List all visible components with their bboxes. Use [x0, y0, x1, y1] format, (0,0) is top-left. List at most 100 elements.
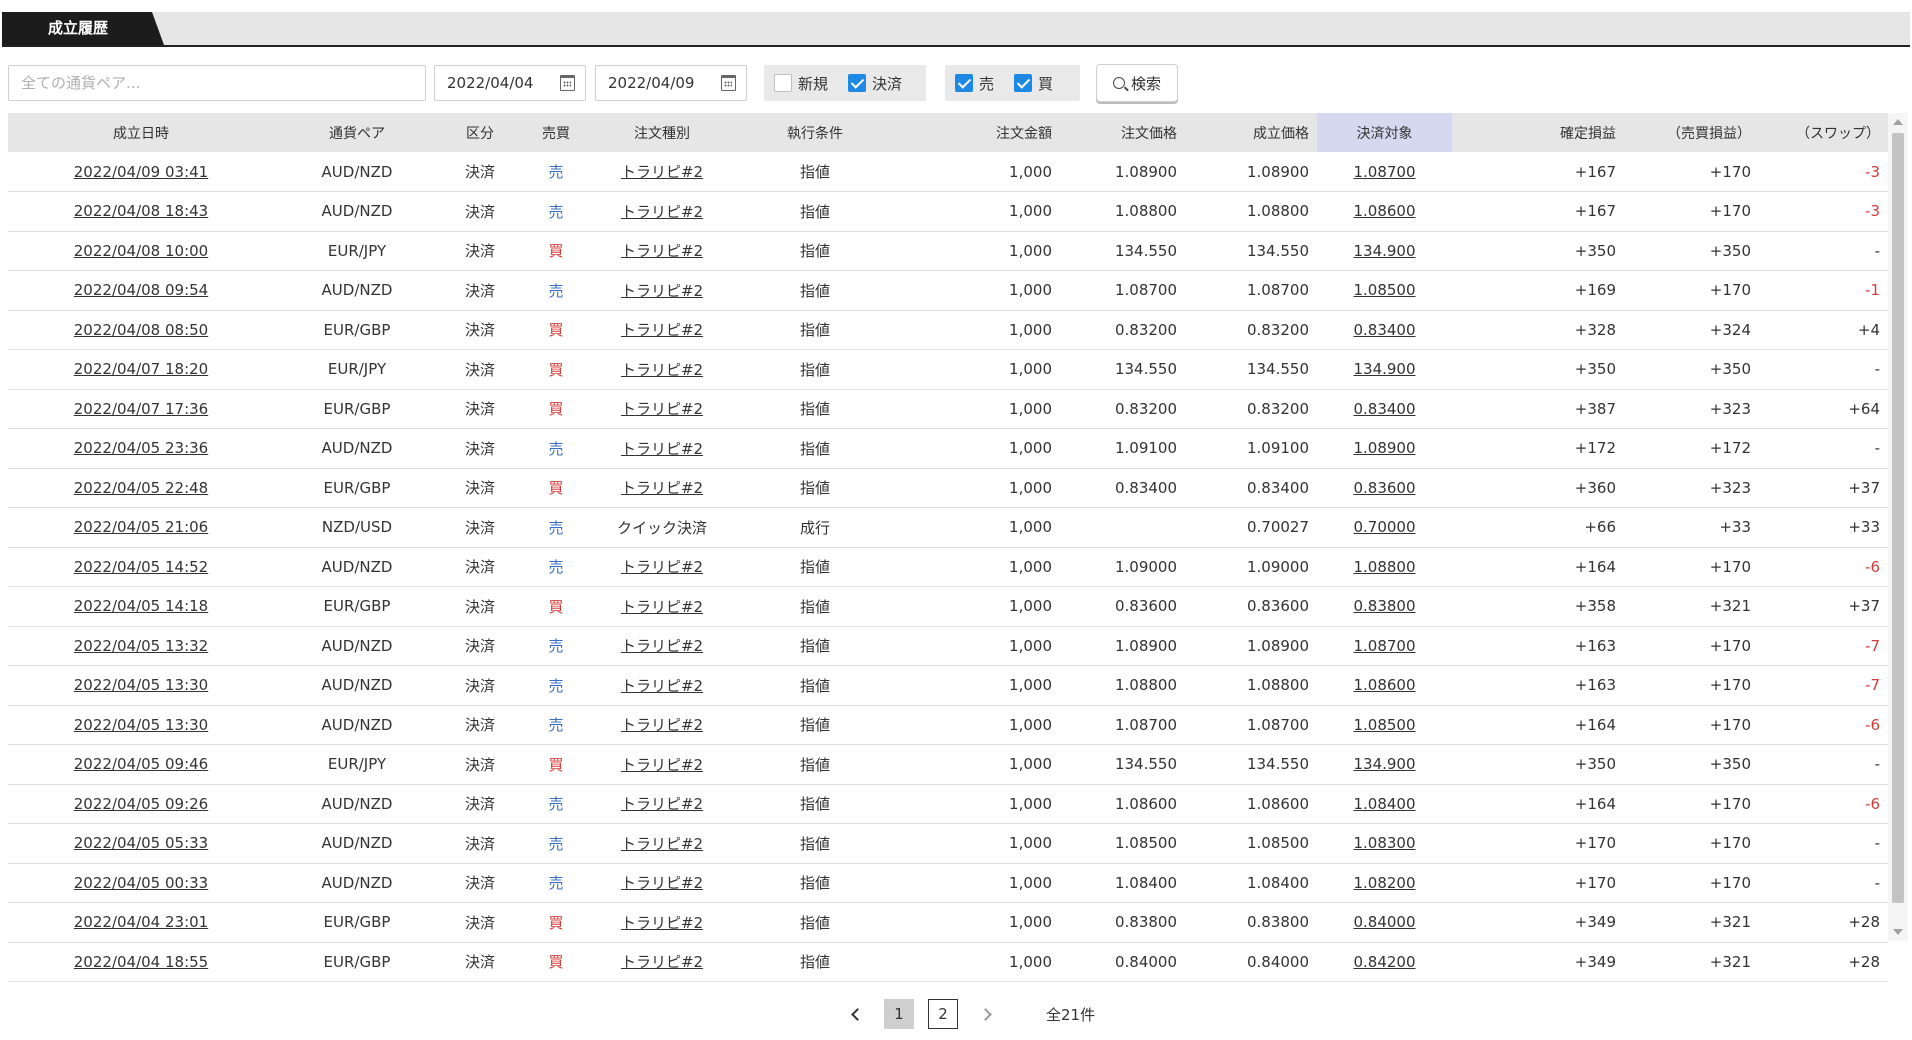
calendar-icon[interactable]	[721, 75, 736, 91]
order-type-link[interactable]: トラリピ#2	[621, 282, 703, 300]
cell-date: 2022/04/05 14:18	[8, 587, 274, 627]
cell-condition: 成行	[799, 518, 830, 537]
vertical-scrollbar[interactable]	[1888, 113, 1908, 941]
order-type-link[interactable]: トラリピ#2	[621, 163, 703, 181]
settle-target-link[interactable]: 1.08500	[1353, 716, 1415, 734]
order-type-link[interactable]: トラリピ#2	[621, 400, 703, 418]
trade-date-link[interactable]: 2022/04/05 09:46	[74, 755, 208, 773]
cell-side: 売	[548, 874, 564, 893]
trade-date-link[interactable]: 2022/04/08 08:50	[74, 321, 208, 339]
trade-date-link[interactable]: 2022/04/05 09:26	[74, 795, 208, 813]
trade-date-link[interactable]: 2022/04/08 10:00	[74, 242, 208, 260]
order-type-link[interactable]: トラリピ#2	[621, 598, 703, 616]
sell-checkbox[interactable]	[955, 74, 973, 92]
new-checkbox[interactable]	[774, 74, 792, 92]
trade-date-link[interactable]: 2022/04/05 00:33	[74, 874, 208, 892]
cell-category: 決済	[464, 755, 495, 774]
page-2-button[interactable]: 2	[928, 999, 958, 1029]
tab-trade-history[interactable]: 成立履歴	[2, 12, 164, 45]
cell-settle-target: 1.08800	[1317, 547, 1452, 587]
cell-date: 2022/04/05 22:48	[8, 468, 274, 508]
next-page-button[interactable]	[972, 999, 1002, 1029]
settle-target-link[interactable]: 134.900	[1353, 242, 1415, 260]
settle-target-link[interactable]: 1.08900	[1353, 439, 1415, 457]
trade-date-link[interactable]: 2022/04/04 23:01	[74, 913, 208, 931]
settle-target-link[interactable]: 1.08600	[1353, 676, 1415, 694]
settle-target-link[interactable]: 0.83600	[1353, 479, 1415, 497]
settle-target-link[interactable]: 1.08500	[1353, 281, 1415, 299]
date-from-field[interactable]: 2022/04/04	[434, 65, 586, 101]
settle-target-link[interactable]: 1.08700	[1353, 163, 1415, 181]
order-type-link[interactable]: トラリピ#2	[621, 479, 703, 497]
settle-target-link[interactable]: 1.08400	[1353, 795, 1415, 813]
page-1-button[interactable]: 1	[884, 999, 914, 1029]
order-type-link[interactable]: トラリピ#2	[621, 637, 703, 655]
settle-target-link[interactable]: 134.900	[1353, 755, 1415, 773]
trade-date-link[interactable]: 2022/04/05 13:30	[74, 716, 208, 734]
order-type-link[interactable]: トラリピ#2	[621, 677, 703, 695]
trade-date-link[interactable]: 2022/04/05 22:48	[74, 479, 208, 497]
order-type-link[interactable]: トラリピ#2	[621, 361, 703, 379]
settle-checkbox[interactable]	[848, 74, 866, 92]
trade-date-link[interactable]: 2022/04/05 13:30	[74, 676, 208, 694]
order-type-link[interactable]: トラリピ#2	[621, 874, 703, 892]
order-type-link[interactable]: トラリピ#2	[621, 835, 703, 853]
trade-date-link[interactable]: 2022/04/05 21:06	[74, 518, 208, 536]
cell-pair: EUR/JPY	[327, 360, 387, 379]
trade-date-link[interactable]: 2022/04/05 14:18	[74, 597, 208, 615]
settle-target-link[interactable]: 0.83400	[1353, 400, 1415, 418]
order-type-link[interactable]: トラリピ#2	[621, 795, 703, 813]
buy-checkbox[interactable]	[1014, 74, 1033, 92]
order-type-link[interactable]: トラリピ#2	[621, 716, 703, 734]
header-realized-pl: 確定損益	[1452, 113, 1624, 152]
trade-date-link[interactable]: 2022/04/07 17:36	[74, 400, 208, 418]
cell-fill-price: 1.08400	[1246, 873, 1309, 892]
settle-target-link[interactable]: 0.84000	[1353, 913, 1415, 931]
order-type-link[interactable]: トラリピ#2	[621, 914, 703, 932]
settle-target-link[interactable]: 0.84200	[1353, 953, 1415, 971]
trade-date-link[interactable]: 2022/04/05 14:52	[74, 558, 208, 576]
trade-date-link[interactable]: 2022/04/07 18:20	[74, 360, 208, 378]
cell-trade-pl: +170	[1709, 557, 1751, 576]
prev-page-button[interactable]	[840, 999, 870, 1029]
settle-target-link[interactable]: 1.08200	[1353, 874, 1415, 892]
cell-date: 2022/04/08 09:54	[8, 271, 274, 311]
settle-target-link[interactable]: 1.08300	[1353, 834, 1415, 852]
trade-date-link[interactable]: 2022/04/05 13:32	[74, 637, 208, 655]
trade-date-link[interactable]: 2022/04/08 09:54	[74, 281, 208, 299]
scroll-down-icon[interactable]	[1893, 929, 1903, 935]
settle-target-link[interactable]: 0.83800	[1353, 597, 1415, 615]
trade-date-link[interactable]: 2022/04/05 23:36	[74, 439, 208, 457]
cell-category: 決済	[464, 439, 495, 458]
order-type-link[interactable]: トラリピ#2	[621, 321, 703, 339]
order-type-link[interactable]: トラリピ#2	[621, 953, 703, 971]
cell-swap: -3	[1865, 202, 1880, 221]
order-type-link[interactable]: トラリピ#2	[621, 203, 703, 221]
pagination: 1 2 全21件	[840, 997, 1095, 1031]
settle-target-link[interactable]: 0.83400	[1353, 321, 1415, 339]
trade-date-link[interactable]: 2022/04/04 18:55	[74, 953, 208, 971]
cell-condition: 指値	[799, 479, 830, 498]
trade-date-link[interactable]: 2022/04/08 18:43	[74, 202, 208, 220]
settle-target-link[interactable]: 1.08600	[1353, 202, 1415, 220]
calendar-icon[interactable]	[560, 75, 575, 91]
scroll-up-icon[interactable]	[1893, 119, 1903, 125]
scrollbar-thumb[interactable]	[1892, 133, 1904, 903]
order-type-link[interactable]: トラリピ#2	[621, 440, 703, 458]
settle-target-link[interactable]: 0.70000	[1353, 518, 1415, 536]
search-button[interactable]: 検索	[1096, 64, 1178, 102]
cell-settle-target: 0.83800	[1317, 587, 1452, 627]
order-type-link[interactable]: トラリピ#2	[621, 242, 703, 260]
buy-checkbox-label: 買	[1038, 74, 1054, 93]
trade-date-link[interactable]: 2022/04/09 03:41	[74, 163, 208, 181]
settle-target-link[interactable]: 1.08800	[1353, 558, 1415, 576]
currency-pair-input[interactable]	[8, 65, 426, 101]
date-to-field[interactable]: 2022/04/09	[595, 65, 747, 101]
order-type-link[interactable]: トラリピ#2	[621, 558, 703, 576]
cell-fill-price: 0.83600	[1246, 597, 1309, 616]
trade-date-link[interactable]: 2022/04/05 05:33	[74, 834, 208, 852]
cell-condition: 指値	[799, 913, 830, 932]
settle-target-link[interactable]: 1.08700	[1353, 637, 1415, 655]
settle-target-link[interactable]: 134.900	[1353, 360, 1415, 378]
order-type-link[interactable]: トラリピ#2	[621, 756, 703, 774]
